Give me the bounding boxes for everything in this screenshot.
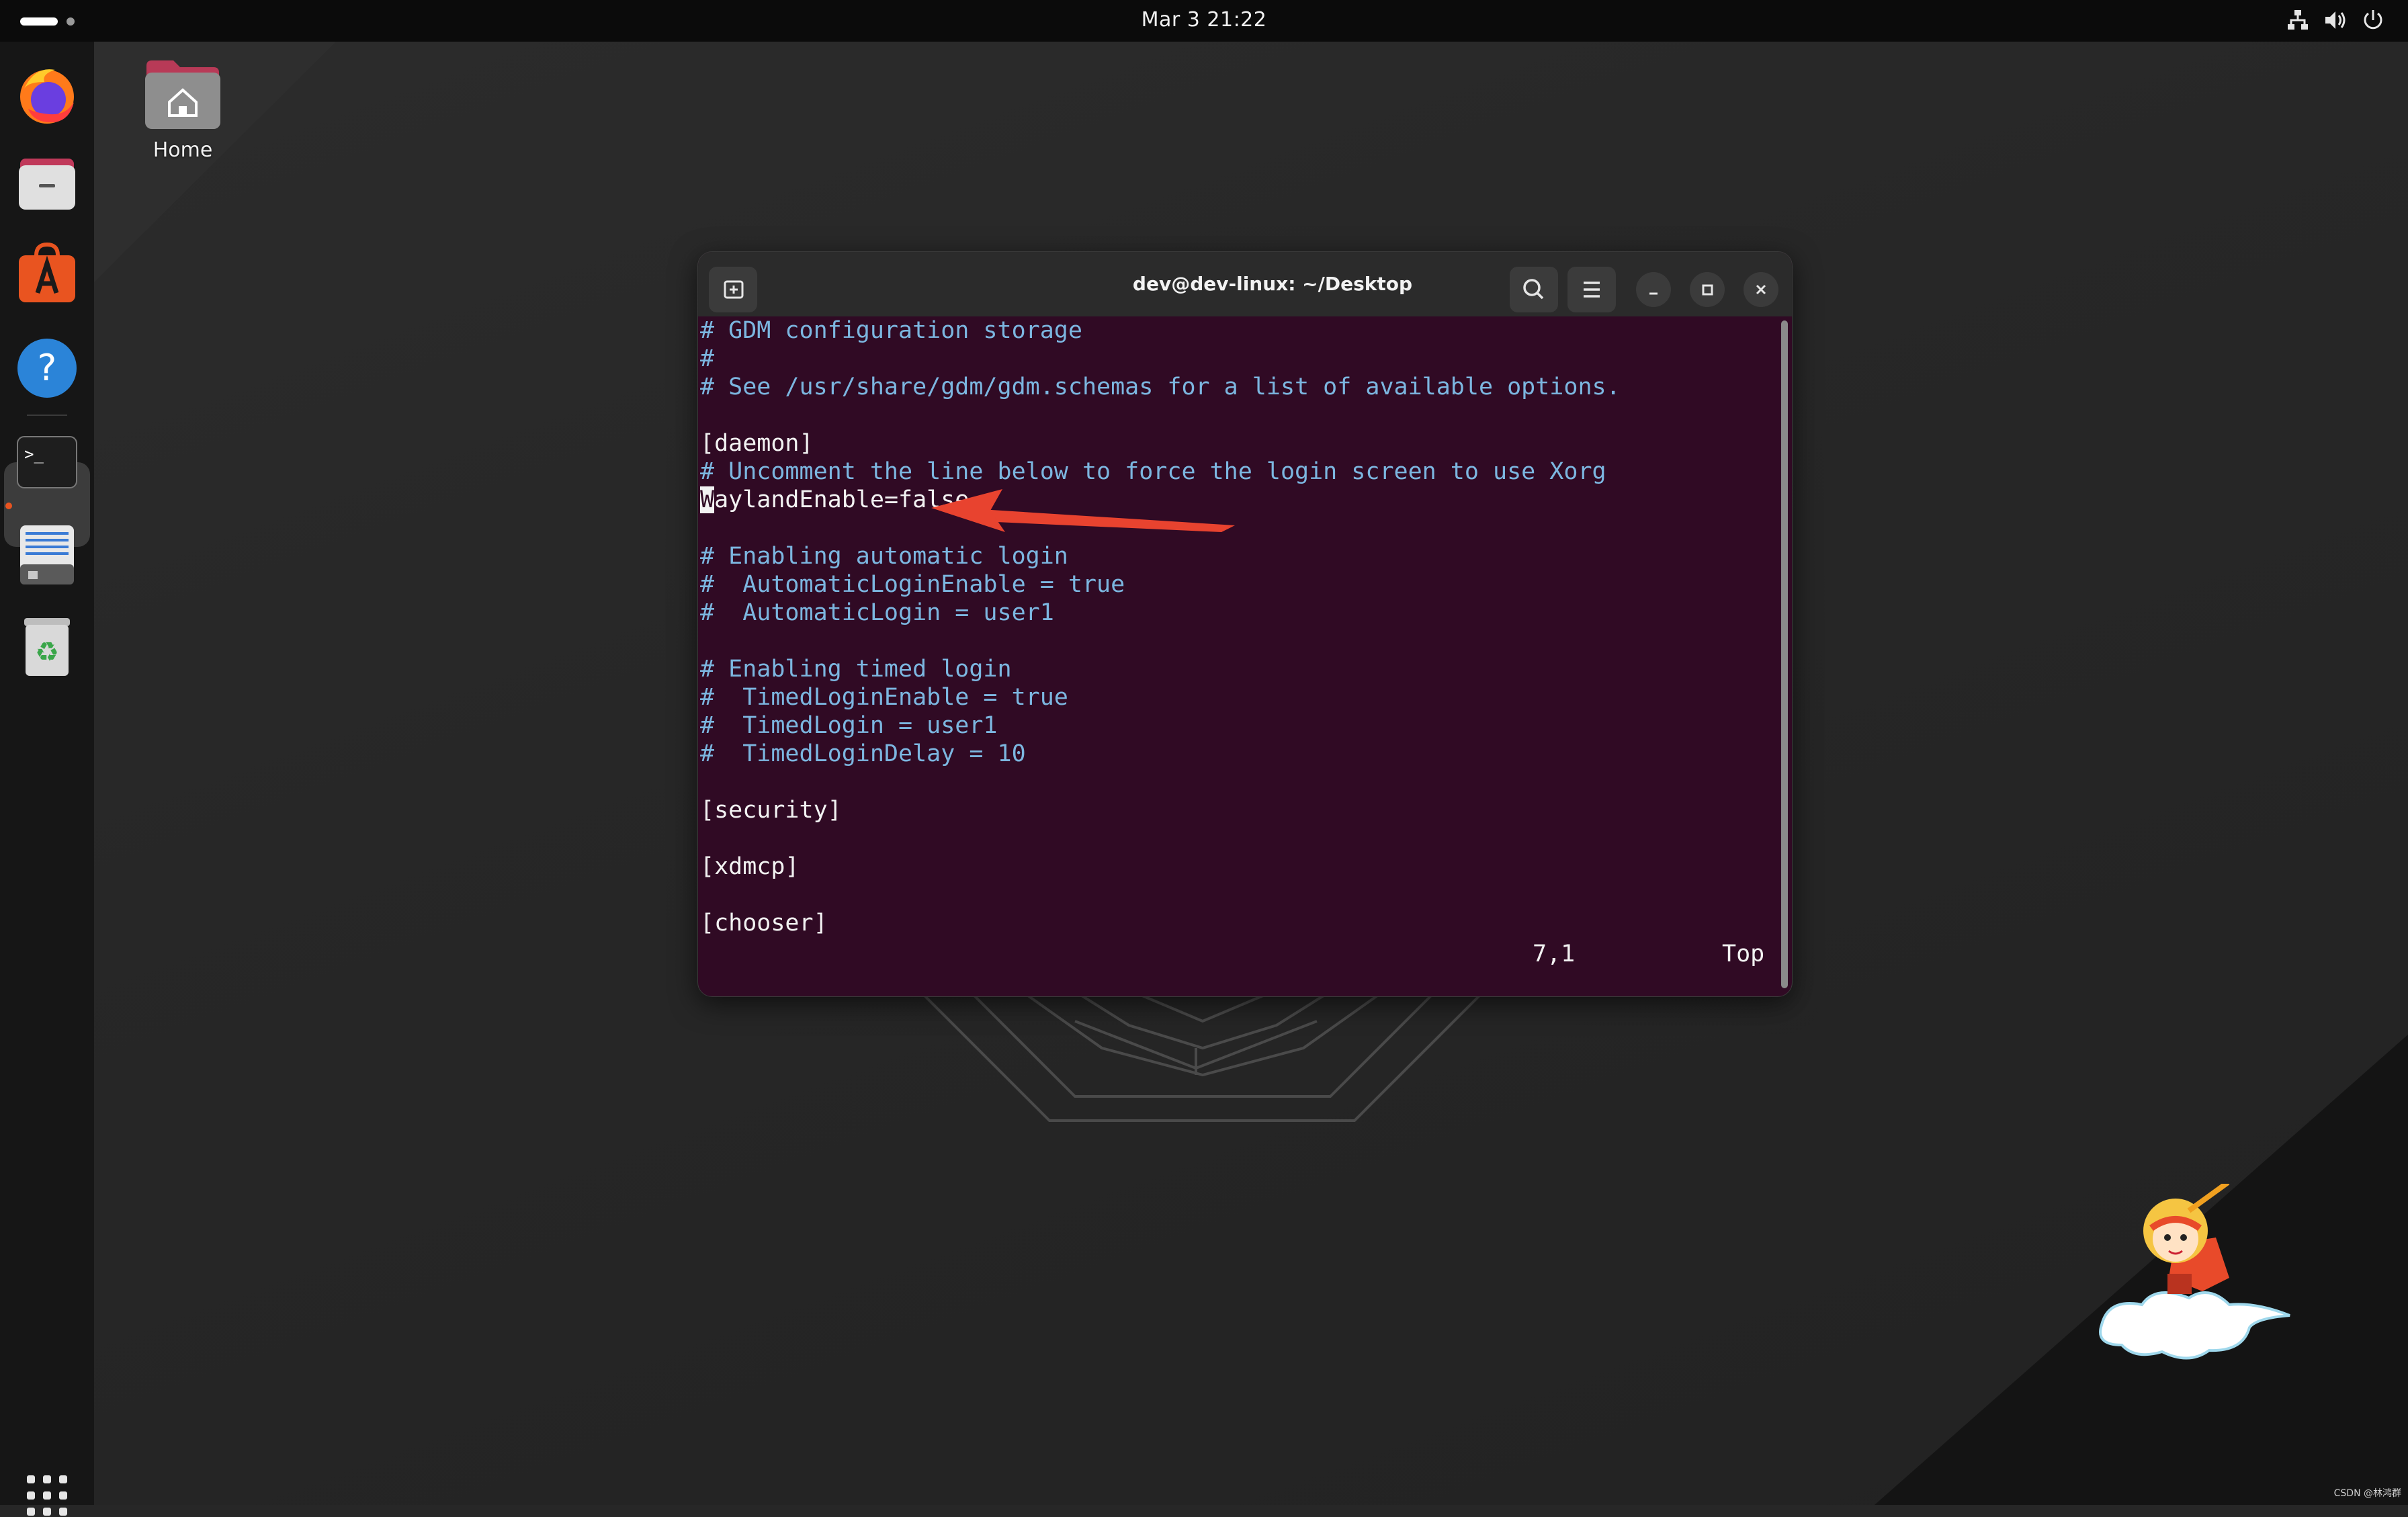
terminal-icon[interactable]: >_ [15,430,79,494]
dock-separator [27,415,67,416]
config-line: # See /usr/share/gdm/gdm.schemas for a l… [700,374,1621,400]
config-section-xdmcp: [xdmcp] [700,853,800,880]
new-tab-button[interactable] [709,267,757,312]
config-line: # Enabling automatic login [700,543,1068,570]
minimize-icon [1649,292,1658,295]
power-icon[interactable] [2361,8,2385,32]
config-line: # [700,345,715,372]
text-editor-icon[interactable] [15,523,79,587]
config-line: # AutomaticLogin = user1 [700,599,1054,626]
new-tab-icon [724,280,744,299]
scroll-position: Top [1722,941,1765,967]
config-line: # TimedLoginEnable = true [700,684,1068,711]
running-indicator [5,503,12,509]
volume-icon[interactable] [2323,8,2349,32]
search-button[interactable] [1510,267,1558,312]
svg-text:>_: >_ [24,445,44,464]
hamburger-icon [1584,281,1600,298]
svg-text:?: ? [38,347,57,389]
watermark: CSDN @林鸿群 [2333,1488,2401,1499]
terminal-content[interactable]: # GDM configuration storage # # See /usr… [698,316,1780,996]
minimize-button[interactable] [1636,272,1671,307]
top-bar: Mar 3 21:22 [0,0,2408,42]
config-section-daemon: [daemon] [700,430,814,457]
clock[interactable]: Mar 3 21:22 [1070,7,1338,34]
window-title: dev@dev-linux: ~/Desktop [1132,273,1413,295]
mascot-decoration [2099,1184,2290,1360]
config-line: # TimedLogin = user1 [700,712,998,739]
workspace-indicator-active[interactable] [20,17,58,26]
close-icon [1756,284,1766,295]
config-section-chooser: [chooser] [700,910,828,937]
annotation-arrow [931,489,1235,532]
config-line: # AutomaticLoginEnable = true [700,571,1125,598]
close-button[interactable] [1744,272,1778,307]
config-line: # GDM configuration storage [700,317,1082,344]
text-cursor: W [700,486,715,513]
home-folder-icon[interactable] [144,58,222,130]
trash-icon[interactable]: ♻ [15,614,79,679]
config-line: # Enabling timed login [700,656,1012,683]
dock: ? >_ ♻ [0,42,94,1516]
maximize-button[interactable] [1690,272,1725,307]
app-center-icon[interactable] [15,241,79,305]
terminal-window[interactable]: dev@dev-linux: ~/Desktop # GDM configura… [697,251,1793,997]
svg-text:♻: ♻ [35,637,59,668]
maximize-icon [1702,284,1713,296]
firefox-icon[interactable] [15,62,79,126]
title-bar[interactable]: dev@dev-linux: ~/Desktop [698,252,1792,316]
scrollbar[interactable] [1781,320,1788,988]
menu-button[interactable] [1567,267,1616,312]
cursor-position: 7,1 [1533,941,1576,967]
network-icon[interactable] [2286,8,2310,32]
config-line: # TimedLoginDelay = 10 [700,740,1026,767]
files-icon[interactable] [15,152,79,216]
show-apps-icon[interactable] [26,1474,69,1517]
home-folder-label[interactable]: Home [114,138,251,162]
help-icon[interactable]: ? [15,336,79,400]
search-icon [1523,279,1544,300]
config-section-security: [security] [700,797,842,824]
workspace-indicator-inactive[interactable] [67,17,75,26]
